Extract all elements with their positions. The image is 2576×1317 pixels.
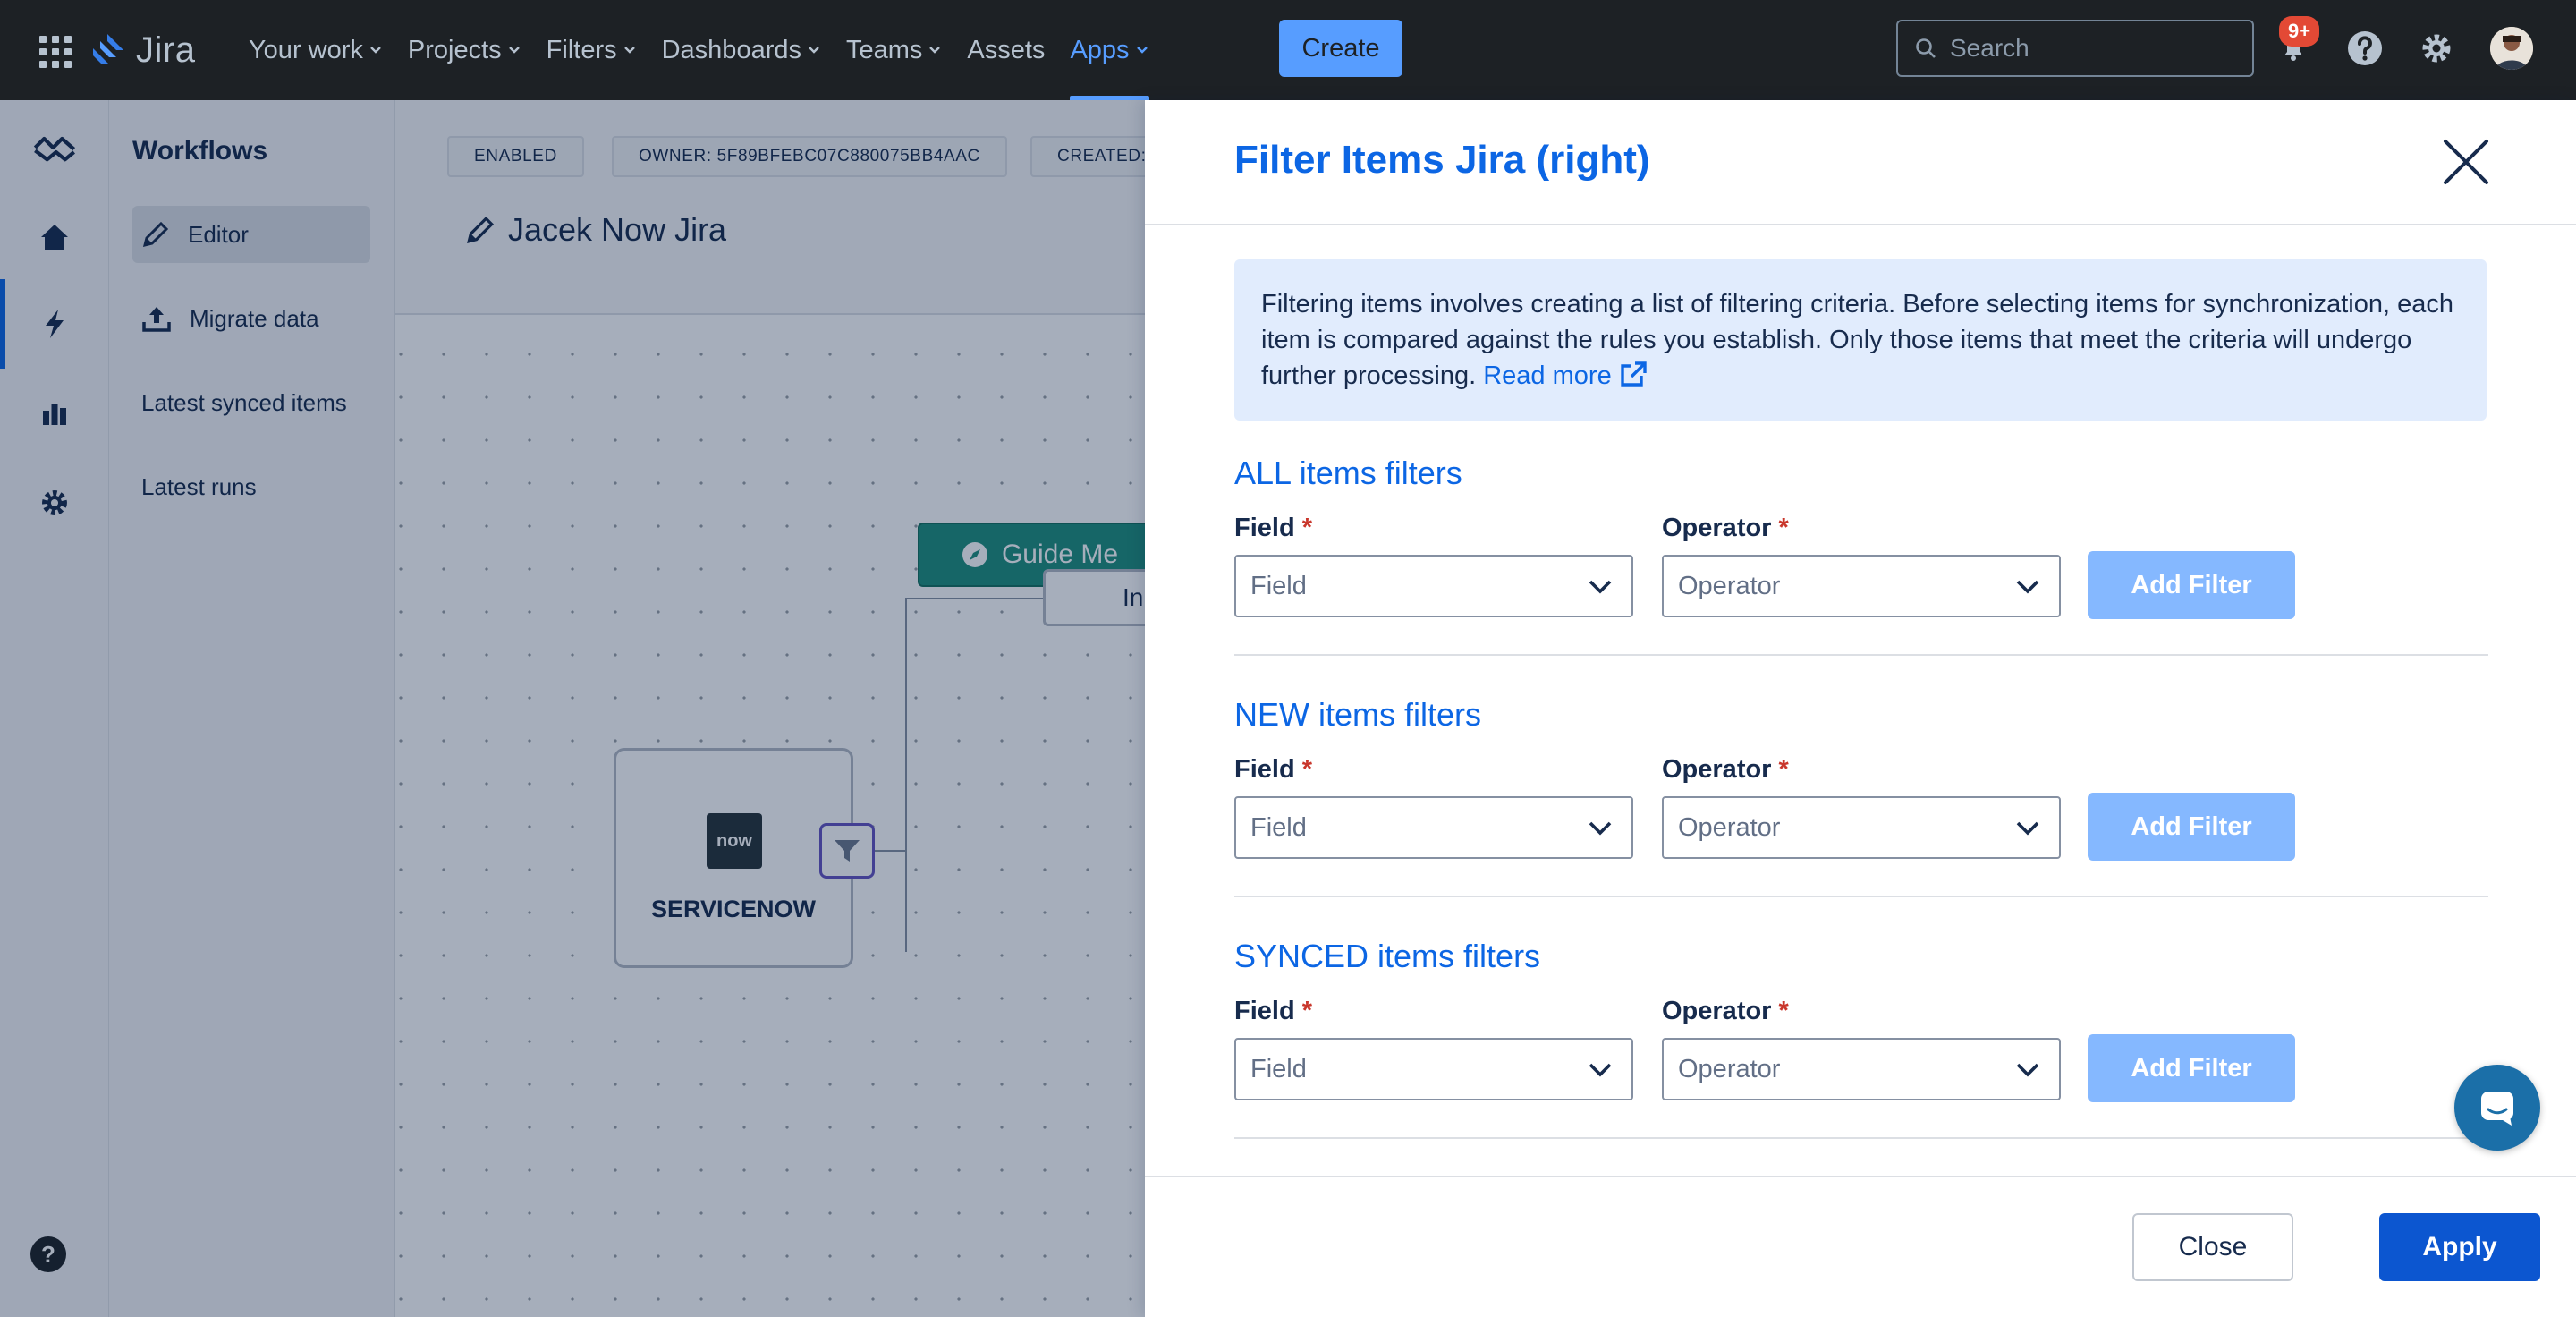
- nav-label: Assets: [967, 35, 1046, 64]
- add-filter-button[interactable]: Add Filter: [2088, 1034, 2295, 1102]
- section-title: NEW items filters: [1234, 696, 1482, 733]
- search-icon: [1916, 38, 1936, 58]
- create-button[interactable]: Create: [1279, 20, 1402, 77]
- info-banner: Filtering items involves creating a list…: [1234, 259, 2487, 421]
- operator-select[interactable]: Operator: [1662, 796, 2061, 859]
- close-icon[interactable]: [2438, 134, 2494, 190]
- chevron-down-icon: [1589, 1063, 1612, 1077]
- info-text: Filtering items involves creating a list…: [1261, 290, 2453, 390]
- field-label-text: Field: [1234, 997, 1295, 1025]
- app-switcher-icon[interactable]: [36, 32, 72, 68]
- field-label-text: Field: [1234, 755, 1295, 784]
- app-name: Jira: [136, 30, 196, 70]
- help-icon: [2348, 31, 2382, 65]
- section-divider: [1234, 1137, 2488, 1139]
- section-divider: [1234, 654, 2488, 656]
- top-navigation: Jira Your work Projects Filters Dashboar…: [0, 0, 2576, 100]
- operator-label-text: Operator: [1662, 755, 1772, 784]
- nav-projects[interactable]: Projects: [395, 0, 534, 100]
- field-select-placeholder: Field: [1250, 812, 1307, 842]
- chat-icon: [2481, 1092, 2513, 1126]
- field-label: Field *: [1234, 514, 1312, 543]
- chevron-down-icon: [2016, 1063, 2039, 1077]
- field-label: Field *: [1234, 997, 1312, 1026]
- operator-select-placeholder: Operator: [1678, 812, 1781, 842]
- chevron-down-icon: [929, 47, 941, 54]
- section-title: SYNCED items filters: [1234, 938, 1541, 974]
- chat-support-button[interactable]: [2454, 1065, 2540, 1151]
- nav-dashboards[interactable]: Dashboards: [649, 0, 834, 100]
- drawer-header: Filter Items Jira (right): [1145, 100, 2576, 225]
- section-divider: [1234, 896, 2488, 897]
- field-select-placeholder: Field: [1250, 571, 1307, 600]
- help-button[interactable]: [2343, 27, 2386, 70]
- nav-label: Your work: [249, 35, 363, 64]
- field-select[interactable]: Field: [1234, 1038, 1633, 1100]
- field-select[interactable]: Field: [1234, 796, 1633, 859]
- field-select[interactable]: Field: [1234, 555, 1633, 617]
- chevron-down-icon: [2016, 821, 2039, 836]
- add-filter-button[interactable]: Add Filter: [2088, 793, 2295, 861]
- nav-filters[interactable]: Filters: [534, 0, 649, 100]
- chevron-down-icon: [623, 47, 635, 54]
- settings-button[interactable]: [2415, 27, 2458, 70]
- operator-select-placeholder: Operator: [1678, 571, 1781, 600]
- nav-label: Filters: [546, 35, 617, 64]
- read-more-link[interactable]: Read more: [1483, 361, 1648, 390]
- section-title: ALL items filters: [1234, 455, 1462, 491]
- add-filter-button[interactable]: Add Filter: [2088, 551, 2295, 619]
- primary-nav: Your work Projects Filters Dashboards Te…: [236, 0, 1162, 100]
- chevron-down-icon: [1136, 47, 1148, 54]
- required-mark: *: [1301, 514, 1313, 542]
- gear-icon: [2422, 34, 2451, 63]
- field-select-placeholder: Field: [1250, 1054, 1307, 1083]
- search-placeholder: Search: [1950, 34, 2029, 62]
- required-mark: *: [1778, 755, 1789, 784]
- operator-select[interactable]: Operator: [1662, 555, 2061, 617]
- operator-label: Operator *: [1662, 514, 1789, 543]
- close-button[interactable]: Close: [2132, 1213, 2293, 1281]
- nav-label: Dashboards: [661, 35, 801, 64]
- operator-select[interactable]: Operator: [1662, 1038, 2061, 1100]
- operator-select-placeholder: Operator: [1678, 1054, 1781, 1083]
- operator-label-text: Operator: [1662, 514, 1772, 542]
- filter-items-drawer: Filter Items Jira (right) Filtering item…: [1145, 100, 2576, 1317]
- required-mark: *: [1778, 514, 1789, 542]
- external-link-icon: [1621, 361, 1647, 387]
- user-photo-icon: [2490, 27, 2533, 70]
- chevron-down-icon: [370, 47, 381, 54]
- field-label: Field *: [1234, 755, 1312, 785]
- required-mark: *: [1301, 755, 1313, 784]
- required-mark: *: [1778, 997, 1789, 1025]
- chevron-down-icon: [1589, 580, 1612, 594]
- operator-label: Operator *: [1662, 997, 1789, 1026]
- read-more-label: Read more: [1483, 361, 1612, 390]
- user-avatar[interactable]: [2490, 27, 2533, 70]
- nav-your-work[interactable]: Your work: [236, 0, 395, 100]
- chevron-down-icon: [1589, 821, 1612, 836]
- chevron-down-icon: [809, 47, 819, 54]
- notification-count-badge: 9+: [2279, 16, 2320, 47]
- apply-button[interactable]: Apply: [2379, 1213, 2540, 1281]
- nav-teams[interactable]: Teams: [834, 0, 954, 100]
- operator-label: Operator *: [1662, 755, 1789, 785]
- drawer-footer: Close Apply: [1145, 1176, 2576, 1317]
- nav-apps[interactable]: Apps: [1057, 0, 1161, 100]
- nav-label: Projects: [407, 35, 502, 64]
- field-label-text: Field: [1234, 514, 1295, 542]
- jira-logo[interactable]: Jira: [89, 27, 195, 73]
- nav-assets[interactable]: Assets: [954, 0, 1057, 100]
- jira-mark-icon: [93, 34, 123, 64]
- nav-label: Apps: [1070, 35, 1130, 64]
- required-mark: *: [1301, 997, 1313, 1025]
- drawer-title: Filter Items Jira (right): [1234, 138, 1650, 182]
- chevron-down-icon: [508, 47, 520, 54]
- search-input[interactable]: Search: [1896, 20, 2254, 77]
- chevron-down-icon: [2016, 580, 2039, 594]
- operator-label-text: Operator: [1662, 997, 1772, 1025]
- nav-label: Teams: [845, 35, 923, 64]
